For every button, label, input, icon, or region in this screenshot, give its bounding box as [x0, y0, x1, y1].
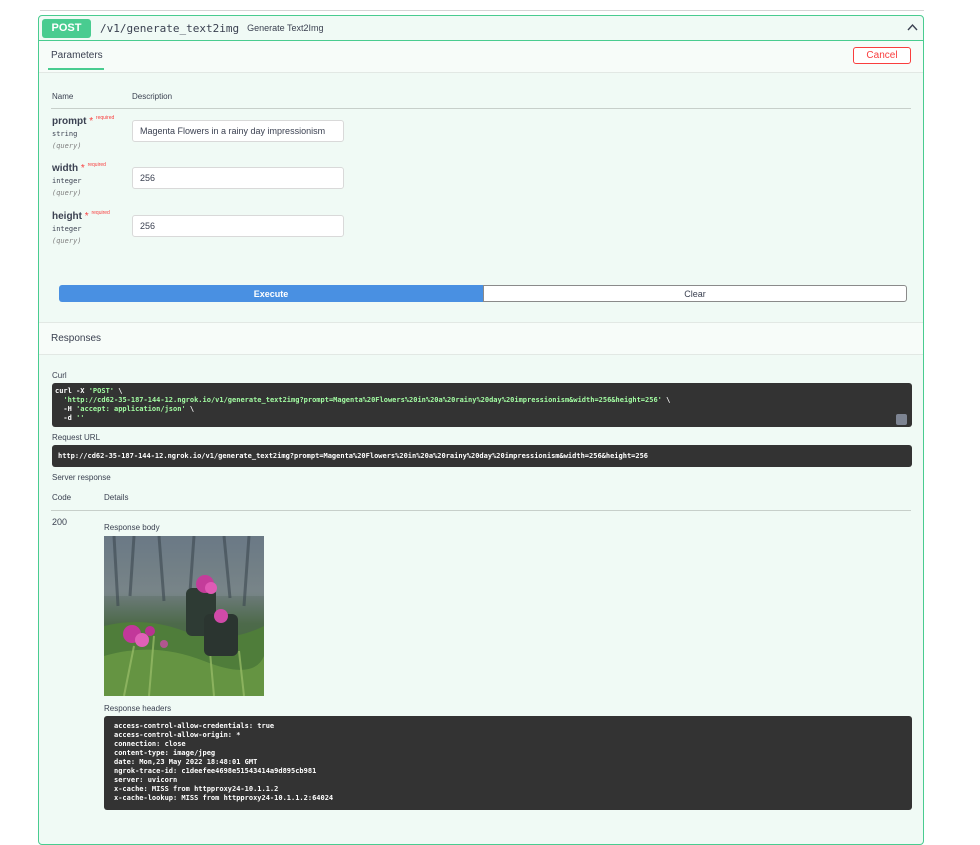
- curl-text: -H: [55, 405, 77, 413]
- execute-button[interactable]: Execute: [59, 285, 483, 302]
- curl-text: -d: [55, 414, 77, 422]
- responses-table-divider: [51, 510, 911, 511]
- curl-line: -d '': [55, 414, 909, 423]
- header-line: server: uvicorn: [114, 776, 178, 784]
- response-body-image: [104, 536, 264, 696]
- tab-parameters[interactable]: Parameters: [51, 50, 103, 61]
- method-badge: POST: [42, 18, 91, 38]
- response-body-label: Response body: [104, 523, 160, 532]
- request-url-block[interactable]: http://cd62-35-187-144-12.ngrok.io/v1/ge…: [52, 445, 912, 467]
- header-line: access-control-allow-origin: *: [114, 731, 241, 739]
- curl-text: \: [185, 405, 195, 413]
- curl-string: 'accept: application/json': [76, 405, 186, 413]
- clear-button[interactable]: Clear: [483, 285, 907, 302]
- param-label: prompt: [52, 116, 87, 127]
- required-label: required: [91, 210, 110, 216]
- width-input[interactable]: 256: [132, 167, 344, 189]
- tab-active-indicator: [48, 68, 104, 70]
- curl-line: curl -X 'POST' \: [55, 387, 909, 396]
- param-type-prompt: string: [52, 130, 78, 138]
- column-header-description: Description: [132, 92, 173, 101]
- column-header-name: Name: [52, 92, 74, 101]
- param-location-height: (query): [52, 237, 82, 245]
- curl-text: \: [661, 396, 671, 404]
- required-label: required: [95, 115, 115, 121]
- required-label: required: [87, 162, 106, 168]
- prompt-input[interactable]: Magenta Flowers in a rainy day impressio…: [132, 120, 344, 142]
- curl-string: 'http://cd62-35-187-144-12.ngrok.io/v1/g…: [63, 396, 662, 404]
- header-line: date: Mon,23 May 2022 18:48:01 GMT: [114, 758, 258, 766]
- section-heading[interactable]: default: [44, 0, 90, 2]
- param-name-width: width * required: [52, 162, 106, 174]
- request-url-label: Request URL: [52, 433, 101, 442]
- operation-summary-text: Generate Text2Img: [247, 23, 324, 33]
- header-line: ngrok-trace-id: c1deefee4698e51543414a9d…: [114, 767, 317, 775]
- header-line: content-type: image/jpeg: [114, 749, 216, 757]
- required-star: *: [80, 163, 85, 174]
- curl-string: '': [76, 414, 85, 422]
- param-label: height: [52, 211, 82, 222]
- copy-to-clipboard-icon[interactable]: [896, 414, 907, 425]
- header-line: x-cache: MISS from httpproxy24-10.1.1.2: [114, 785, 279, 793]
- param-name-prompt: prompt * required: [52, 115, 114, 127]
- responses-header: Responses: [39, 322, 923, 355]
- response-headers-label: Response headers: [104, 704, 172, 713]
- header-line: x-cache-lookup: MISS from httpproxy24-10…: [114, 794, 334, 802]
- chevron-up-icon[interactable]: [906, 21, 919, 34]
- param-label: width: [52, 163, 79, 174]
- param-location-prompt: (query): [52, 142, 82, 150]
- curl-line: -H 'accept: application/json' \: [55, 405, 909, 414]
- param-location-width: (query): [52, 189, 82, 197]
- operation-path: /v1/generate_text2img: [100, 21, 240, 35]
- required-star: *: [84, 211, 89, 222]
- curl-code-block[interactable]: curl -X 'POST' \ 'http://cd62-35-187-144…: [52, 383, 912, 427]
- operation-block-post: POST /v1/generate_text2img Generate Text…: [38, 15, 924, 845]
- parameters-table-divider: [51, 108, 911, 109]
- curl-line: 'http://cd62-35-187-144-12.ngrok.io/v1/g…: [55, 396, 909, 405]
- param-name-height: height * required: [52, 210, 110, 222]
- curl-text: curl -X: [55, 387, 89, 395]
- cancel-button[interactable]: Cancel: [853, 47, 911, 64]
- required-star: *: [89, 116, 94, 127]
- column-header-details: Details: [104, 493, 129, 502]
- parameters-header: Parameters Cancel: [39, 41, 923, 73]
- execute-button-group: Execute Clear: [59, 285, 907, 302]
- header-line: connection: close: [114, 740, 186, 748]
- curl-label: Curl: [52, 371, 67, 380]
- response-status-code: 200: [52, 517, 68, 527]
- section-divider: [40, 10, 924, 11]
- responses-title: Responses: [51, 333, 102, 344]
- param-type-height: integer: [52, 225, 82, 233]
- response-headers-block[interactable]: access-control-allow-credentials: true a…: [104, 716, 912, 810]
- column-header-code: Code: [52, 493, 72, 502]
- operation-summary[interactable]: POST /v1/generate_text2img Generate Text…: [39, 16, 923, 41]
- curl-string: 'POST': [88, 387, 115, 395]
- curl-text: \: [114, 387, 123, 395]
- param-type-width: integer: [52, 177, 82, 185]
- server-response-label: Server response: [52, 473, 111, 482]
- height-input[interactable]: 256: [132, 215, 344, 237]
- header-line: access-control-allow-credentials: true: [114, 722, 275, 730]
